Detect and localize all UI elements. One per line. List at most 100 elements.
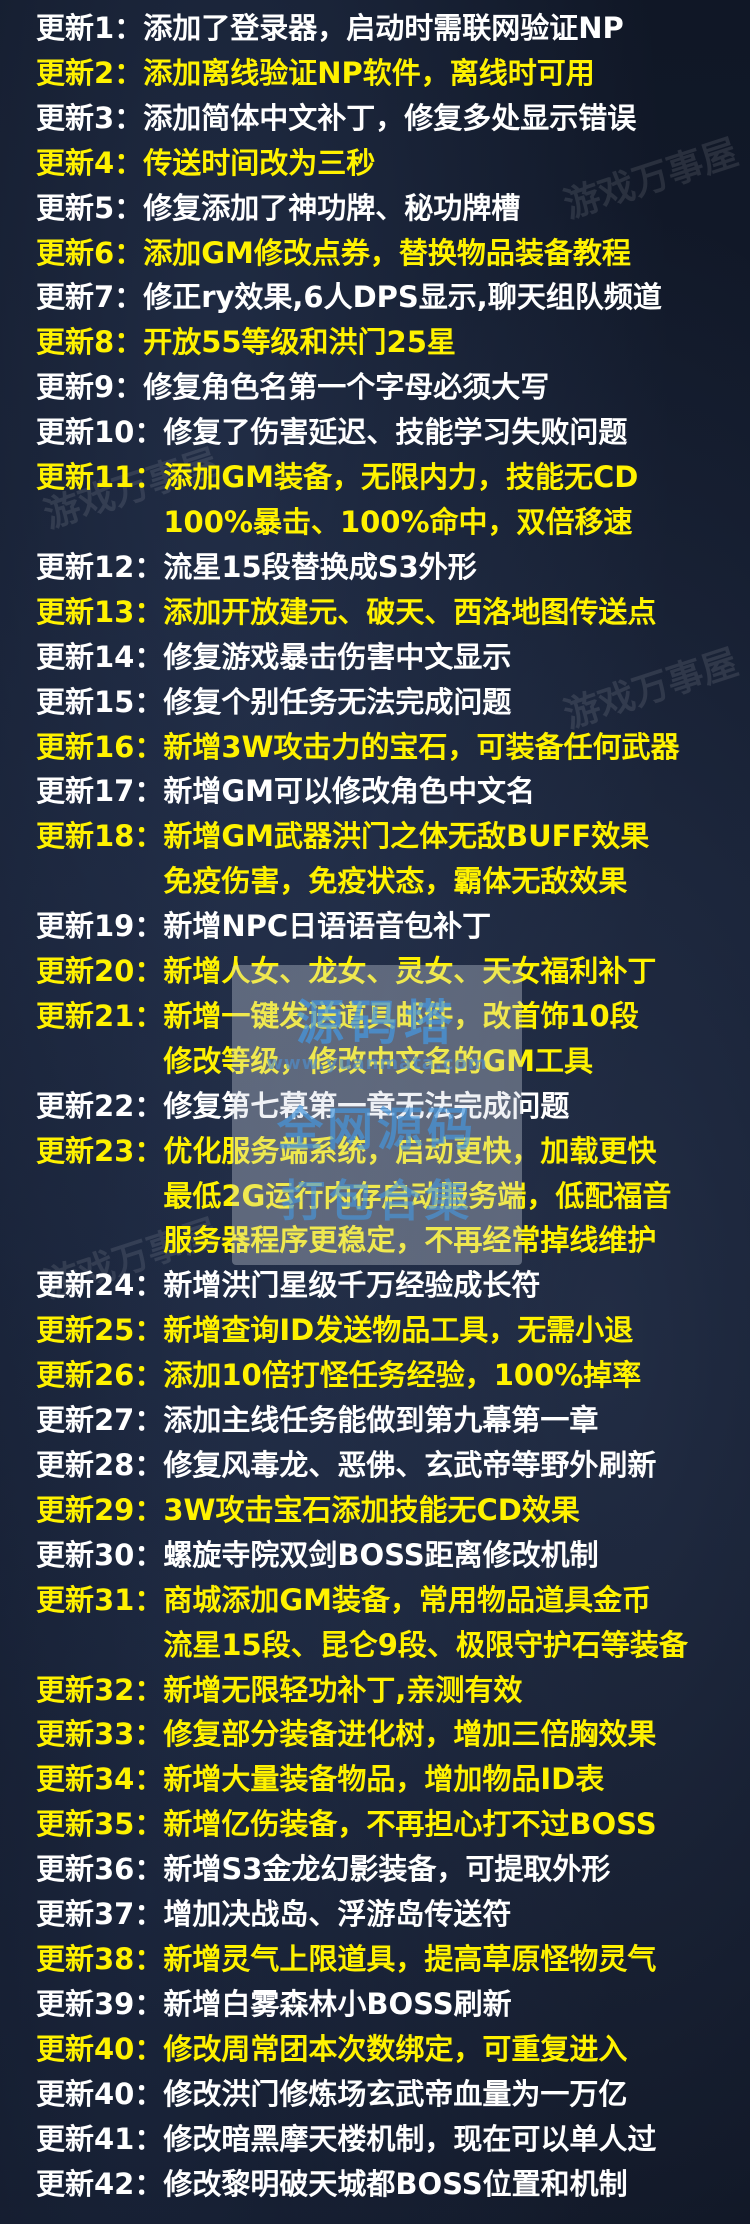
update-label: 更新17： (36, 774, 164, 809)
update-label: 更新27： (36, 1403, 164, 1438)
update-label: 更新31： (36, 1582, 164, 1617)
update-text: 修复角色名第一个字母必须大写 (143, 365, 549, 410)
update-label: 更新19： (36, 909, 164, 944)
update-label: 更新6： (36, 235, 144, 270)
update-text: 修复了伤害延迟、技能学习失败问题 (163, 410, 627, 455)
update-text: 流星15段替换成S3外形 (163, 545, 476, 590)
update-text: 新增无限轻功补丁,亲测有效 (163, 1668, 522, 1713)
update-entry: 更新17： 新增GM可以修改角色中文名 (36, 769, 746, 814)
update-entry: 更新40： 修改周常团本次数绑定，可重复进入 (36, 2027, 746, 2072)
update-text-line: 修改暗黑摩天楼机制，现在可以单人过 (163, 2121, 657, 2156)
update-text-line: 添加离线验证NP软件，离线时可用 (143, 55, 595, 90)
update-text-line: 开放55等级和洪门25星 (143, 325, 456, 360)
update-entry: 更新13： 添加开放建元、破天、西洛地图传送点 (36, 590, 746, 635)
update-label: 更新1： (36, 11, 144, 45)
update-text: 修复个别任务无法完成问题 (163, 680, 511, 725)
update-label: 更新18： (36, 819, 164, 854)
update-text: 添加10倍打怪任务经验，100%掉率 (163, 1353, 641, 1398)
update-text-line: 添加简体中文补丁，修复多处显示错误 (143, 100, 637, 135)
update-entry: 更新9： 修复角色名第一个字母必须大写 (36, 365, 746, 410)
update-text: 添加简体中文补丁，修复多处显示错误 (143, 96, 636, 141)
update-entry: 更新25： 新增查询ID发送物品工具，无需小退 (36, 1308, 746, 1353)
update-text: 添加主线任务能做到第九幕第一章 (163, 1398, 598, 1443)
update-text: 修正ry效果,6人DPS显示,聊天组队频道 (143, 275, 662, 320)
update-label: 更新8： (36, 325, 144, 360)
update-text: 3W攻击宝石添加技能无CD效果 (163, 1488, 580, 1533)
update-text: 新增灵气上限道具，提高草原怪物灵气 (163, 1937, 656, 1982)
update-text-line: 修改黎明破天城都BOSS位置和机制 (163, 2166, 628, 2201)
update-label: 更新41： (36, 2121, 164, 2156)
update-text-line: 新增3W攻击力的宝石，可装备任何武器 (163, 729, 680, 764)
update-label: 更新38： (36, 1941, 164, 1976)
update-text-line: 修复了伤害延迟、技能学习失败问题 (163, 415, 628, 450)
update-label: 更新28： (36, 1448, 164, 1482)
update-entry: 更新40： 修改洪门修炼场玄武帝血量为一万亿 (36, 2072, 746, 2117)
update-entry: 更新8： 开放55等级和洪门25星 (36, 320, 746, 365)
update-entry: 更新35： 新增亿伤装备，不再担心打不过BOSS (36, 1802, 746, 1847)
update-text-line: 添加了登录器，启动时需联网验证NP (143, 11, 624, 45)
update-entry: 更新39： 新增白雾森林小BOSS刷新 (36, 1982, 746, 2027)
update-label: 更新11： (36, 460, 164, 495)
update-text-line: 新增S3金龙幻影装备，可提取外形 (163, 1852, 611, 1887)
update-entry: 更新34： 新增大量装备物品，增加物品ID表 (36, 1757, 746, 1802)
update-text-line: 新增白雾森林小BOSS刷新 (163, 1986, 512, 2021)
update-text-line: 新增GM可以修改角色中文名 (163, 774, 536, 809)
update-text-line: 添加GM修改点券，替换物品装备教程 (143, 235, 631, 270)
update-text: 螺旋寺院双剑BOSS距离修改机制 (163, 1533, 598, 1578)
update-label: 更新22： (36, 1088, 164, 1123)
update-entry: 更新41： 修改暗黑摩天楼机制，现在可以单人过 (36, 2117, 746, 2162)
update-label: 更新13： (36, 594, 164, 629)
update-text-line: 免疫伤害，免疫状态，霸体无敌效果 (163, 864, 628, 899)
update-text: 修改周常团本次数绑定，可重复进入 (163, 2027, 627, 2072)
update-text-line: 增加决战岛、浮游岛传送符 (163, 1897, 512, 1932)
update-text: 传送时间改为三秒 (143, 141, 375, 186)
update-text-line: 添加主线任务能做到第九幕第一章 (163, 1403, 599, 1438)
update-text-line: 修改周常团本次数绑定，可重复进入 (163, 2031, 628, 2066)
update-text: 添加了登录器，启动时需联网验证NP (143, 6, 624, 51)
update-text: 新增S3金龙幻影装备，可提取外形 (163, 1847, 610, 1892)
update-entry: 更新4： 传送时间改为三秒 (36, 141, 746, 186)
update-text: 新增查询ID发送物品工具，无需小退 (163, 1308, 633, 1353)
update-text-line: 3W攻击宝石添加技能无CD效果 (163, 1492, 580, 1527)
update-text: 新增亿伤装备，不再担心打不过BOSS (163, 1802, 656, 1847)
update-text-line: 传送时间改为三秒 (143, 145, 376, 180)
update-text-line: 修复添加了神功牌、秘功牌槽 (143, 190, 521, 225)
update-text-line: 添加10倍打怪任务经验，100%掉率 (163, 1358, 642, 1393)
update-label: 更新32： (36, 1672, 164, 1707)
update-entry: 更新6： 添加GM修改点券，替换物品装备教程 (36, 231, 746, 276)
update-text: 新增GM可以修改角色中文名 (163, 769, 535, 814)
update-entry: 更新32： 新增无限轻功补丁,亲测有效 (36, 1668, 746, 1713)
update-entry: 更新10： 修复了伤害延迟、技能学习失败问题 (36, 410, 746, 455)
update-text: 新增3W攻击力的宝石，可装备任何武器 (163, 725, 679, 770)
update-entry: 更新28： 修复风毒龙、恶佛、玄武帝等野外刷新 (36, 1443, 746, 1488)
update-label: 更新21： (36, 998, 164, 1033)
update-text: 新增大量装备物品，增加物品ID表 (163, 1757, 604, 1802)
update-entry: 更新26： 添加10倍打怪任务经验，100%掉率 (36, 1353, 746, 1398)
update-entry: 更新36： 新增S3金龙幻影装备，可提取外形 (36, 1847, 746, 1892)
update-entry: 更新29： 3W攻击宝石添加技能无CD效果 (36, 1488, 746, 1533)
update-label: 更新12： (36, 549, 164, 584)
update-label: 更新33： (36, 1717, 164, 1752)
update-text-line: 商城添加GM装备，常用物品道具金币 (163, 1582, 652, 1617)
update-text: 添加开放建元、破天、西洛地图传送点 (163, 590, 656, 635)
update-text-line: 修复游戏暴击伤害中文显示 (163, 639, 512, 674)
update-text: 商城添加GM装备，常用物品道具金币 流星15段、昆仑9段、极限守护石等装备 (163, 1578, 688, 1668)
update-label: 更新39： (36, 1986, 164, 2021)
update-text-line: 修复风毒龙、恶佛、玄武帝等野外刷新 (163, 1448, 657, 1482)
update-text: 修复添加了神功牌、秘功牌槽 (143, 186, 520, 231)
update-entry: 更新18： 新增GM武器洪门之体无敌BUFF效果 免疫伤害，免疫状态，霸体无敌效果 (36, 814, 746, 904)
update-text-line: 修正ry效果,6人DPS显示,聊天组队频道 (143, 280, 662, 315)
update-label: 更新26： (36, 1358, 164, 1393)
update-label: 更新37： (36, 1897, 164, 1932)
update-label: 更新34： (36, 1762, 164, 1797)
update-entry: 更新2： 添加离线验证NP软件，离线时可用 (36, 51, 746, 96)
update-entry: 更新30： 螺旋寺院双剑BOSS距离修改机制 (36, 1533, 746, 1578)
update-label: 更新40： (36, 2031, 164, 2066)
watermark-line4: 打包合集 (281, 1176, 473, 1227)
update-label: 更新40： (36, 2076, 164, 2111)
update-text: 添加离线验证NP软件，离线时可用 (143, 51, 595, 96)
update-text: 添加GM装备，无限内力，技能无CD 100%暴击、100%命中，双倍移速 (163, 455, 638, 545)
update-text-line: 新增大量装备物品，增加物品ID表 (163, 1762, 605, 1797)
update-label: 更新29： (36, 1492, 164, 1527)
update-entry: 更新16： 新增3W攻击力的宝石，可装备任何武器 (36, 725, 746, 770)
